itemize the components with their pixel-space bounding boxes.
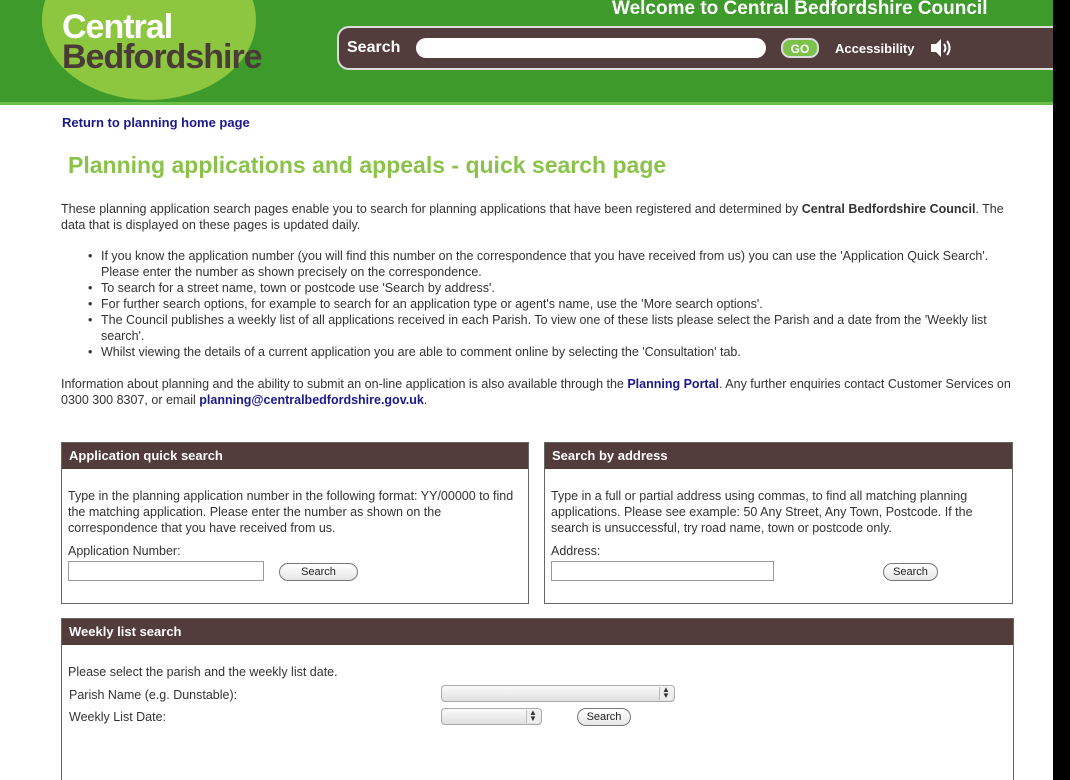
weekly-list-heading: Weekly list search (62, 619, 1013, 645)
weekly-list-date-select[interactable]: ▲ ▼ (441, 708, 542, 725)
weekly-list-search-button[interactable]: Search (577, 708, 631, 726)
logo-text-bedfordshire[interactable]: Bedfordshire (62, 38, 263, 77)
return-to-planning-home-link[interactable]: Return to planning home page (62, 115, 250, 130)
bullet-item: Whilst viewing the details of a current … (88, 344, 1011, 360)
address-search-instructions: Type in a full or partial address using … (551, 489, 973, 535)
bullet-item: To search for a street name, town or pos… (88, 280, 1011, 296)
parish-name-select[interactable]: ▲ ▼ (441, 685, 675, 702)
quick-search-button[interactable]: Search (279, 563, 358, 581)
site-search-label: Search (347, 39, 401, 56)
select-arrows-icon: ▲ ▼ (659, 686, 672, 700)
info-text-1: Information about planning and the abili… (61, 377, 628, 391)
site-search-bar: Search GO Accessibility (337, 26, 1053, 70)
info-paragraph: Information about planning and the abili… (61, 376, 1021, 408)
speaker-icon[interactable] (929, 37, 953, 64)
planning-email-link[interactable]: planning@centralbedfordshire.gov.uk (199, 393, 423, 407)
weekly-list-instructions: Please select the parish and the weekly … (68, 665, 338, 679)
intro-council-name: Central Bedfordshire Council (801, 202, 976, 216)
page: Central Bedfordshire Welcome to Central … (0, 0, 1053, 780)
address-search-panel: Search by address Type in a full or part… (544, 442, 1013, 604)
parish-name-label: Parish Name (e.g. Dunstable): (69, 688, 238, 702)
help-bullet-list: If you know the application number (you … (88, 248, 1011, 360)
intro-paragraph: These planning application search pages … (61, 201, 1021, 233)
intro-text-start: These planning application search pages … (61, 202, 802, 216)
welcome-heading: Welcome to Central Bedfordshire Council (612, 0, 988, 19)
quick-search-instructions: Type in the planning application number … (68, 489, 514, 535)
address-input[interactable] (551, 561, 774, 581)
application-number-input[interactable] (68, 561, 264, 581)
application-number-label: Application Number: (68, 544, 181, 558)
select-arrows-icon: ▲ ▼ (526, 709, 539, 723)
planning-portal-link[interactable]: Planning Portal (627, 377, 719, 391)
site-search-input[interactable] (416, 38, 766, 58)
quick-search-heading: Application quick search (62, 443, 528, 469)
page-title: Planning applications and appeals - quic… (68, 152, 667, 178)
site-header: Central Bedfordshire Welcome to Central … (0, 0, 1053, 105)
address-label: Address: (551, 544, 601, 558)
quick-search-panel: Application quick search Type in the pla… (61, 442, 529, 604)
info-text-3: . (423, 393, 428, 407)
bullet-item: The Council publishes a weekly list of a… (88, 312, 1011, 344)
go-button[interactable]: GO (781, 38, 819, 58)
bullet-item: For further search options, for example … (88, 296, 1011, 312)
accessibility-link[interactable]: Accessibility (835, 41, 915, 56)
address-search-heading: Search by address (545, 443, 1012, 469)
weekly-list-panel: Weekly list search Please select the par… (61, 618, 1014, 780)
bullet-item: If you know the application number (you … (88, 248, 1011, 280)
address-search-button[interactable]: Search (883, 563, 938, 581)
weekly-list-date-label: Weekly List Date: (69, 710, 167, 724)
